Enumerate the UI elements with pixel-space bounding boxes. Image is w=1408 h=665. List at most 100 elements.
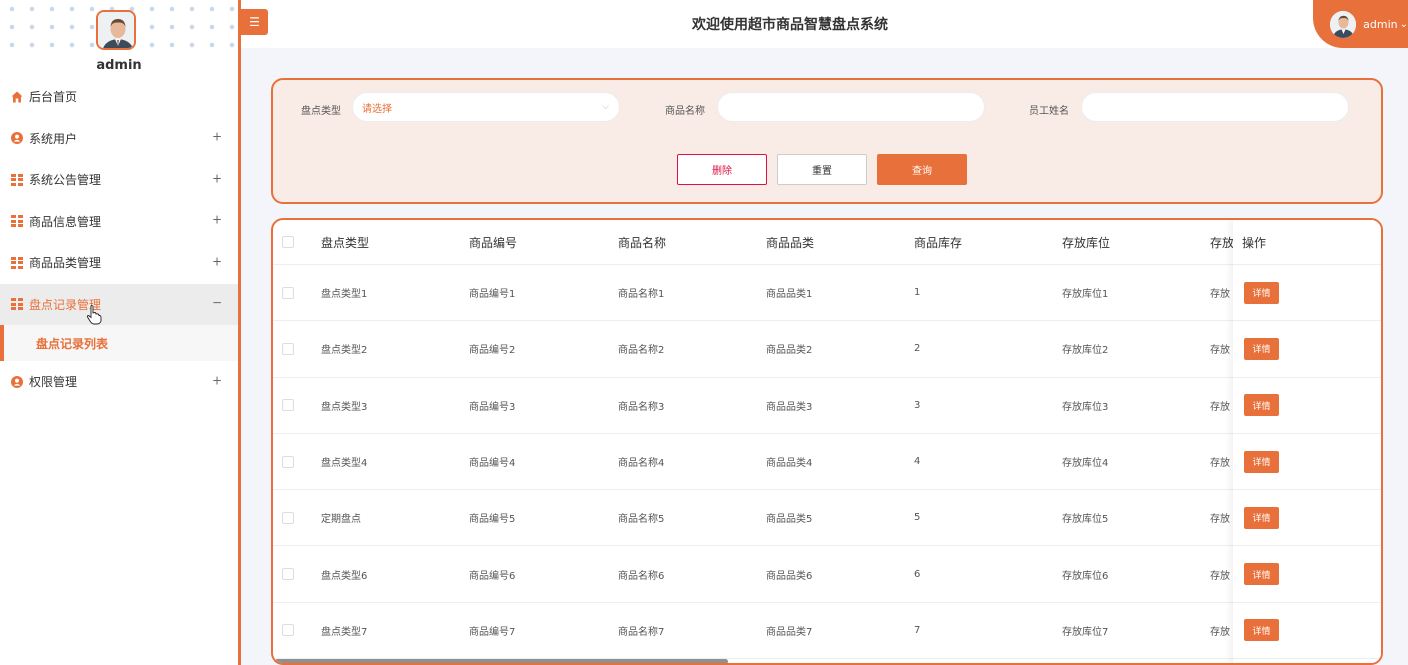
query-button[interactable]: 查询 [877,154,967,185]
row-checkbox[interactable] [282,399,294,412]
sidebar-item-permission-management[interactable]: 权限管理 + [0,361,238,403]
product-name-input[interactable] [717,92,985,122]
select-placeholder: 请选择 [362,103,392,115]
sidebar-item-product-category[interactable]: 商品品类管理 + [0,242,238,284]
detail-button[interactable]: 详情 [1244,506,1279,529]
detail-button[interactable]: 详情 [1244,450,1279,473]
table-cell: 商品品类4 [766,458,813,470]
horizontal-scrollbar[interactable] [275,659,728,663]
table-cell: 存放 [1210,514,1230,526]
table-cell: 存放 [1210,345,1230,357]
table-cell: 商品品类6 [766,570,813,582]
sidebar-item-notice-management[interactable]: 系统公告管理 + [0,159,238,201]
sidebar-menu: 后台首页 系统用户 + 系统公告管理 + 商品信息管理 + 商品品类管理 + 盘… [0,76,238,403]
row-checkbox[interactable] [282,286,294,299]
table-row: 盘点类型2 商品编号2 商品名称2 商品品类2 2 存放库位2 存放 [273,321,1233,378]
detail-button[interactable]: 详情 [1244,563,1279,586]
sidebar-item-label: 后台首页 [29,90,78,105]
row-checkbox[interactable] [282,568,294,581]
table-cell: 商品品类7 [766,626,813,638]
table-cell: 5 [914,512,921,524]
expand-plus-icon: + [211,171,222,186]
chevron-down-icon: ⌵ [602,102,609,112]
user-menu[interactable]: admin ⌄ [1313,0,1408,48]
table-cell: 存放库位7 [1062,626,1109,638]
row-checkbox[interactable] [282,511,294,524]
delete-button[interactable]: 删除 [677,154,767,185]
detail-button[interactable]: 详情 [1244,337,1279,360]
column-header: 盘点类型 [321,235,370,250]
row-checkbox[interactable] [282,624,294,637]
table-cell: 盘点类型2 [321,345,368,357]
sidebar-item-label: 盘点记录列表 [36,336,109,351]
table-cell: 盘点类型7 [321,626,368,638]
hamburger-icon: ☰ [249,15,260,29]
table-cell: 商品编号2 [469,345,516,357]
sidebar-subitem-inventory-record-list[interactable]: 盘点记录列表 [0,325,238,361]
sidebar: admin 后台首页 系统用户 + 系统公告管理 + 商品信息管理 + 商品品类… [0,0,238,665]
table-cell: 盘点类型6 [321,570,368,582]
sidebar-item-home[interactable]: 后台首页 [0,76,238,118]
sidebar-item-system-users[interactable]: 系统用户 + [0,118,238,160]
table-cell: 存放库位4 [1062,458,1109,470]
table-cell: 7 [914,624,921,636]
column-header: 商品名称 [618,235,667,250]
table-cell: 商品编号5 [469,514,516,526]
operations-cell: 详情 [1233,547,1381,603]
table-row: 盘点类型3 商品编号3 商品名称3 商品品类3 3 存放库位3 存放 [273,378,1233,434]
detail-button[interactable]: 详情 [1244,281,1279,304]
table-row: 盘点类型4 商品编号4 商品名称4 商品品类4 4 存放库位4 存放 [273,434,1233,491]
table-cell: 存放库位5 [1062,514,1109,526]
table-row: 盘点类型7 商品编号7 商品名称7 商品品类7 7 存放库位7 存放 [273,603,1233,660]
row-checkbox[interactable] [282,342,294,355]
table-cell: 存放 [1210,289,1230,301]
sidebar-border-accent [238,0,241,665]
table-cell: 存放 [1210,570,1230,582]
staff-name-input[interactable] [1081,92,1349,122]
sidebar-item-inventory-records[interactable]: 盘点记录管理 − [0,283,238,325]
sidebar-item-label: 权限管理 [29,375,78,390]
table-cell: 商品名称7 [618,626,665,638]
table-cell: 存放库位1 [1062,289,1109,301]
detail-button[interactable]: 详情 [1244,619,1279,642]
user-icon [11,132,23,145]
menu-toggle-button[interactable]: ☰ [241,9,268,35]
table-cell: 存放 [1210,401,1230,413]
home-icon [11,91,23,103]
column-header: 商品品类 [766,235,815,250]
table-cell: 商品名称3 [618,401,665,413]
inventory-type-select[interactable]: 请选择 ⌵ [352,92,620,122]
reset-button[interactable]: 重置 [777,154,867,185]
table-row: 定期盘点 商品编号5 商品名称5 商品品类5 5 存放库位5 存放 [273,490,1233,547]
table-cell: 商品编号6 [469,570,516,582]
table-cell: 4 [914,456,921,468]
table-cell: 3 [914,399,921,411]
grid-icon [11,215,23,228]
table-cell: 存放库位2 [1062,345,1109,357]
table-cell: 商品编号7 [469,626,516,638]
column-header: 商品编号 [469,235,518,250]
sidebar-item-label: 系统用户 [29,131,78,146]
hand-pointer-cursor-icon [86,305,102,325]
operations-cell: 详情 [1233,321,1381,378]
table-cell: 存放库位6 [1062,570,1109,582]
select-all-checkbox[interactable] [282,236,294,248]
grid-icon [11,298,23,311]
sidebar-item-label: 商品信息管理 [29,214,102,229]
profile-name: admin [96,58,142,73]
row-checkbox[interactable] [282,455,294,468]
expand-plus-icon: + [211,254,222,269]
table-cell: 商品编号4 [469,458,516,470]
column-header: 存放 [1210,235,1235,250]
product-name-label: 商品名称 [665,106,705,117]
user-icon [11,375,23,388]
profile-avatar [96,10,136,50]
table-cell: 存放库位3 [1062,401,1109,413]
table-row: 盘点类型1 商品编号1 商品名称1 商品品类1 1 存放库位1 存放 [273,265,1233,322]
table-cell: 商品名称5 [618,514,665,526]
table-cell: 商品编号3 [469,401,516,413]
sidebar-item-product-info[interactable]: 商品信息管理 + [0,201,238,243]
avatar-image [98,12,134,48]
avatar-image [1330,10,1357,38]
detail-button[interactable]: 详情 [1244,394,1279,417]
